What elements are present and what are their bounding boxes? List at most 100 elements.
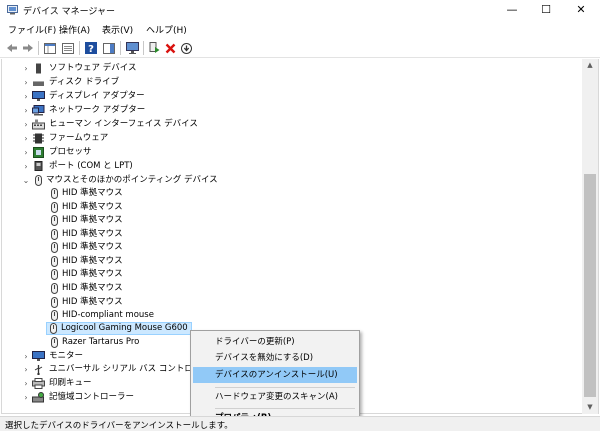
action-pane-button[interactable] (102, 41, 116, 55)
close-button[interactable]: ✕ (562, 0, 600, 20)
mouse-icon (50, 323, 57, 334)
help-button[interactable]: ? (84, 41, 98, 55)
tree-category-mice[interactable]: ⌄ マウスとそのほかのポインティング デバイス (20, 174, 218, 187)
menu-separator (215, 387, 355, 388)
scroll-up-arrow-icon[interactable]: ▲ (582, 59, 598, 72)
tree-category-display-adapters[interactable]: › ディスプレイ アダプター (20, 90, 145, 103)
tree-category-ports[interactable]: › ポート (COM と LPT) (20, 160, 133, 173)
menu-scan-hardware[interactable]: ハードウェア変更のスキャン(A) (193, 389, 357, 405)
action-pane-icon (103, 42, 115, 54)
category-label: ヒューマン インターフェイス デバイス (49, 119, 198, 129)
menu-file[interactable]: ファイル(F) (8, 23, 56, 36)
device-item[interactable]: HID 準拠マウス (48, 268, 123, 281)
tree-category-network-adapters[interactable]: › ネットワーク アダプター (20, 104, 145, 117)
enable-device-button[interactable] (180, 41, 193, 55)
chevron-right-icon[interactable]: › (20, 393, 32, 402)
device-label: HID 準拠マウス (62, 297, 123, 307)
update-driver-button[interactable] (148, 41, 161, 55)
tree-category-processors[interactable]: › プロセッサ (20, 146, 92, 159)
device-item[interactable]: Razer Tartarus Pro (48, 336, 139, 349)
minimize-button[interactable]: — (493, 0, 531, 20)
chevron-right-icon[interactable]: › (20, 162, 32, 171)
chevron-right-icon[interactable]: › (20, 148, 32, 157)
device-item[interactable]: HID 準拠マウス (48, 214, 123, 227)
tree-category-print-queues[interactable]: › 印刷キュー (20, 377, 92, 390)
device-item[interactable]: HID-compliant mouse (48, 309, 154, 322)
maximize-button[interactable]: ☐ (527, 0, 565, 20)
device-item-selected[interactable]: Logicool Gaming Mouse G600 (46, 322, 192, 335)
tree-category-usb[interactable]: › ユニバーサル シリアル バス コントローラー (20, 363, 218, 376)
chevron-right-icon[interactable]: › (20, 64, 32, 73)
chevron-right-icon[interactable]: › (20, 92, 32, 101)
vertical-scrollbar[interactable]: ▲ ▼ (582, 59, 598, 414)
menu-view[interactable]: 表示(V) (102, 23, 133, 36)
mouse-icon (51, 188, 58, 199)
back-button[interactable] (5, 41, 18, 55)
device-label: HID 準拠マウス (62, 188, 123, 198)
tree-category-monitors[interactable]: › モニター (20, 350, 83, 363)
mouse-icon (51, 310, 58, 321)
device-label: HID 準拠マウス (62, 215, 123, 225)
menu-disable-device[interactable]: デバイスを無効にする(D) (193, 350, 357, 366)
scan-hardware-button[interactable] (125, 41, 139, 55)
device-item[interactable]: HID 準拠マウス (48, 228, 123, 241)
category-label: 記憶域コントローラー (49, 392, 135, 402)
category-label: ディスク ドライブ (49, 77, 120, 87)
chevron-right-icon[interactable]: › (20, 379, 32, 388)
device-item[interactable]: HID 準拠マウス (48, 187, 123, 200)
device-label: HID 準拠マウス (62, 283, 123, 293)
mouse-icon (51, 337, 58, 348)
tree-category-firmware[interactable]: › ファームウェア (20, 132, 108, 145)
device-item[interactable]: HID 準拠マウス (48, 255, 123, 268)
title-bar: デバイス マネージャー — ☐ ✕ (0, 0, 600, 20)
device-item[interactable]: HID 準拠マウス (48, 296, 123, 309)
tree-category-software-devices[interactable]: › ソフトウェア デバイス (20, 62, 136, 75)
window-title: デバイス マネージャー (23, 7, 115, 17)
forward-button[interactable] (21, 41, 34, 55)
mouse-icon (35, 175, 42, 186)
menu-help[interactable]: ヘルプ(H) (146, 23, 187, 36)
chevron-right-icon[interactable]: › (20, 352, 32, 361)
chevron-right-icon[interactable]: › (20, 120, 32, 129)
menu-uninstall-device[interactable]: デバイスのアンインストール(U) (193, 367, 357, 383)
toolbar-separator (38, 41, 39, 55)
chevron-right-icon[interactable]: › (20, 134, 32, 143)
display-adapter-icon (32, 91, 45, 102)
scroll-down-arrow-icon[interactable]: ▼ (582, 401, 598, 414)
software-device-icon (32, 63, 45, 74)
tree-category-storage-controllers[interactable]: › 記憶域コントローラー (20, 391, 134, 404)
menu-action[interactable]: 操作(A) (59, 23, 90, 36)
update-driver-icon (149, 42, 160, 53)
storage-controller-icon (32, 392, 45, 403)
uninstall-device-button[interactable] (164, 41, 177, 55)
category-label: ファームウェア (49, 133, 109, 143)
device-manager-icon (7, 5, 18, 15)
device-label: Logicool Gaming Mouse G600 (61, 323, 188, 333)
menu-update-driver[interactable]: ドライバーの更新(P) (193, 334, 357, 350)
mouse-icon (51, 283, 58, 294)
back-arrow-icon (6, 44, 17, 52)
device-item[interactable]: HID 準拠マウス (48, 282, 123, 295)
category-label: マウスとそのほかのポインティング デバイス (46, 175, 218, 185)
properties-view-button[interactable] (61, 41, 75, 55)
chevron-right-icon[interactable]: › (20, 365, 32, 374)
chevron-down-icon[interactable]: ⌄ (20, 176, 32, 185)
download-circle-icon (181, 42, 192, 54)
tree-category-disk-drives[interactable]: › ディスク ドライブ (20, 76, 119, 89)
device-label: Razer Tartarus Pro (62, 337, 140, 347)
device-item[interactable]: HID 準拠マウス (48, 241, 123, 254)
forward-arrow-icon (22, 44, 33, 52)
mouse-icon (51, 269, 58, 280)
device-item[interactable]: HID 準拠マウス (48, 201, 123, 214)
device-label: HID 準拠マウス (62, 256, 123, 266)
toolbar-separator (143, 41, 144, 55)
console-tree-icon (44, 42, 56, 54)
delete-x-icon (165, 43, 176, 53)
category-label: ネットワーク アダプター (49, 105, 146, 115)
tree-category-hid[interactable]: › ヒューマン インターフェイス デバイス (20, 118, 198, 131)
device-label: HID 準拠マウス (62, 242, 123, 252)
chevron-right-icon[interactable]: › (20, 78, 32, 87)
scroll-thumb[interactable] (584, 174, 596, 397)
show-hide-console-tree-button[interactable] (43, 41, 57, 55)
chevron-right-icon[interactable]: › (20, 106, 32, 115)
